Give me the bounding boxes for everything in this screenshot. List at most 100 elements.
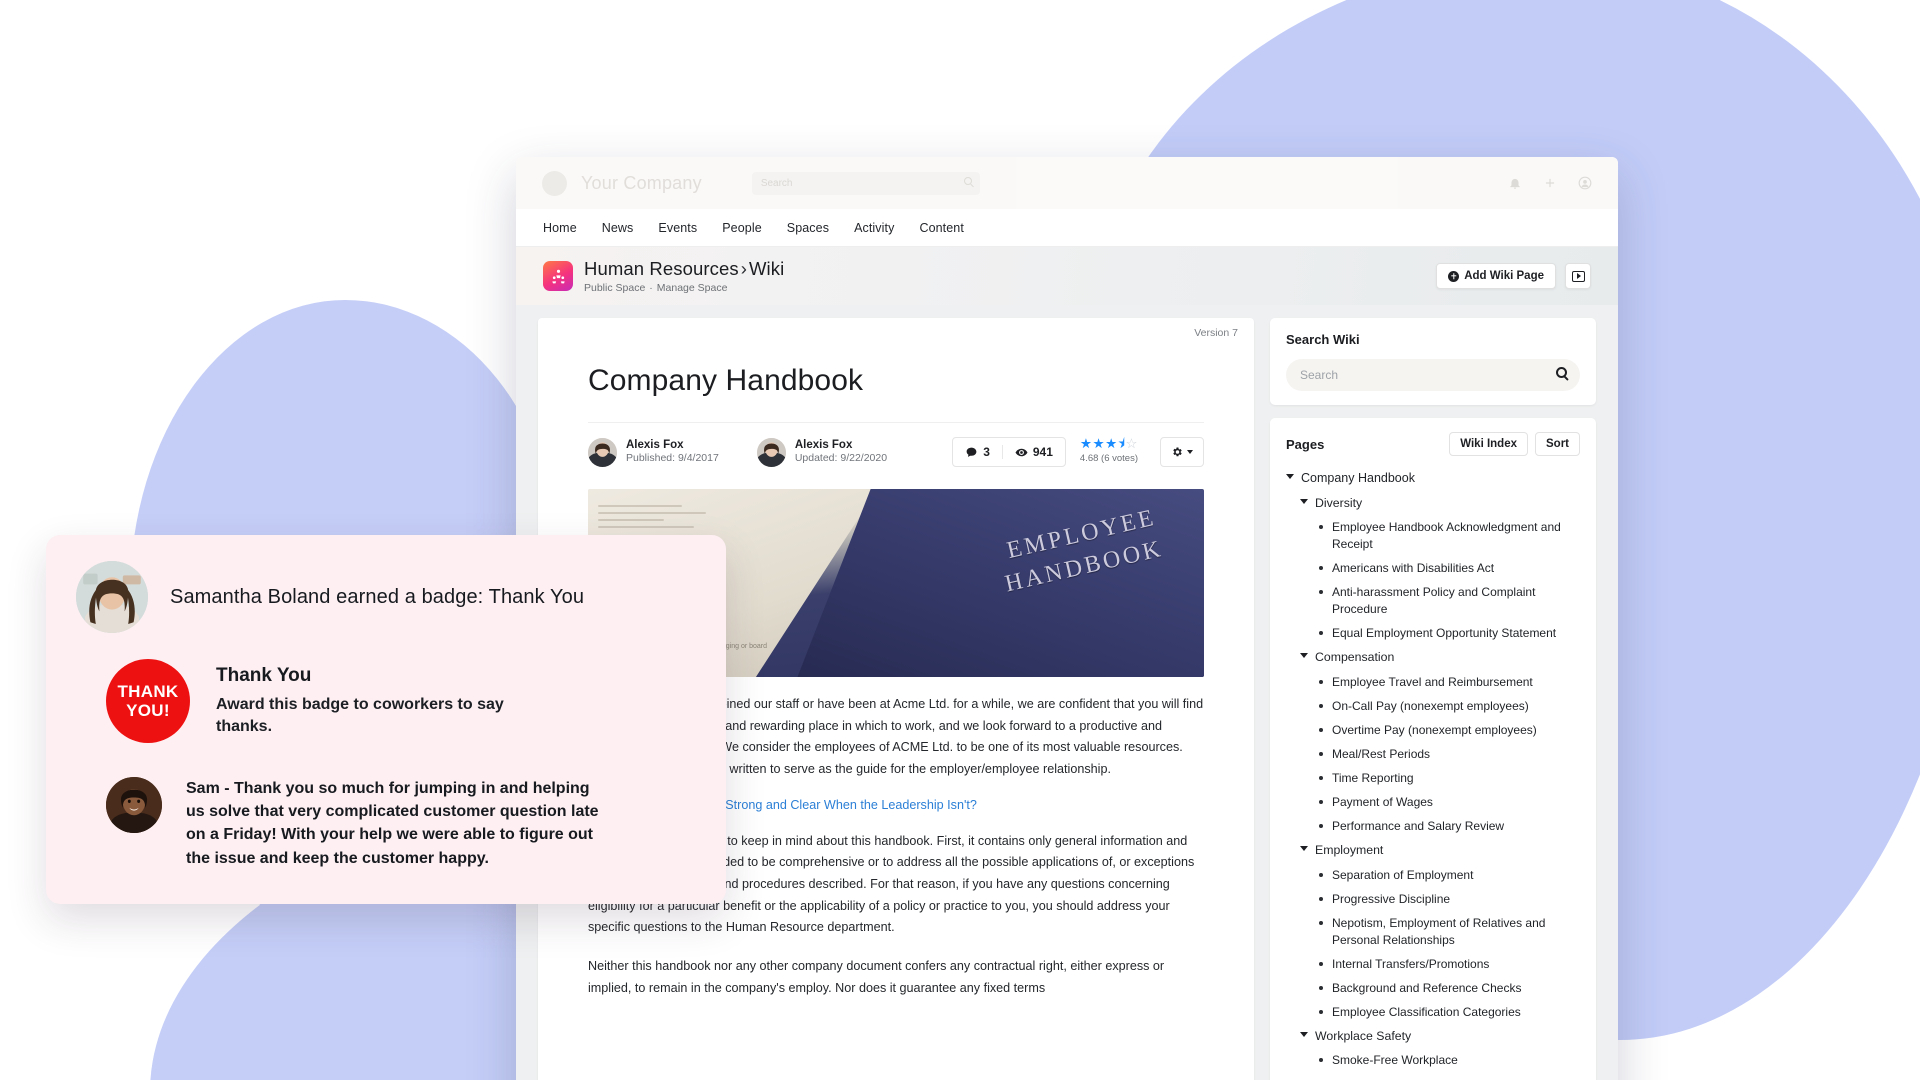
- list-item[interactable]: Equal Employment Opportunity Statement: [1316, 625, 1580, 642]
- hero-paper-lines: [598, 505, 718, 533]
- author-name[interactable]: Alexis Fox: [626, 438, 719, 452]
- list-item[interactable]: Performance and Salary Review: [1316, 818, 1580, 835]
- list-item[interactable]: Background and Reference Checks: [1316, 980, 1580, 997]
- space-title-primary: Human Resources: [584, 258, 739, 280]
- tree-leaf-label[interactable]: Anti-harassment Policy and Complaint Pro…: [1332, 584, 1580, 618]
- tree-leaf-label[interactable]: Overtime Pay (nonexempt employees): [1332, 722, 1537, 739]
- global-search-input[interactable]: Search: [751, 171, 980, 195]
- list-item[interactable]: Anti-harassment Policy and Complaint Pro…: [1316, 584, 1580, 618]
- badge-message-row: Sam - Thank you so much for jumping in a…: [106, 777, 696, 870]
- avatar: [756, 437, 786, 467]
- video-button[interactable]: [1565, 263, 1591, 289]
- tree-leaf-label[interactable]: Meal/Rest Periods: [1332, 746, 1430, 763]
- bullet-icon: [1319, 631, 1323, 636]
- tree-leaf-label[interactable]: Employee Travel and Reimbursement: [1332, 674, 1533, 691]
- bullet-icon: [1319, 800, 1323, 804]
- bullet-icon: [1319, 896, 1323, 901]
- tree-node-company-handbook[interactable]: Company Handbook: [1286, 470, 1580, 488]
- tree-node-label[interactable]: Employment: [1315, 842, 1383, 859]
- tree-leaf-label[interactable]: Background and Reference Checks: [1332, 980, 1521, 997]
- wiki-search-field[interactable]: [1286, 359, 1580, 391]
- tree-node-label[interactable]: Compensation: [1315, 649, 1394, 666]
- nav-item-spaces[interactable]: Spaces: [787, 221, 829, 235]
- chevron-down-icon[interactable]: [1300, 846, 1308, 852]
- tree-leaf-label[interactable]: Employee Classification Categories: [1332, 1004, 1521, 1021]
- global-search-placeholder: Search: [760, 177, 793, 189]
- badge-text-block: Thank You Award this badge to coworkers …: [216, 665, 516, 738]
- wiki-index-button[interactable]: Wiki Index: [1449, 432, 1528, 456]
- plus-icon[interactable]: [1543, 176, 1557, 190]
- article-settings-button[interactable]: [1160, 437, 1204, 467]
- tree-leaf-label[interactable]: On-Call Pay (nonexempt employees): [1332, 698, 1529, 715]
- add-wiki-page-button[interactable]: Add Wiki Page: [1436, 263, 1556, 289]
- list-item[interactable]: Overtime Pay (nonexempt employees): [1316, 722, 1580, 739]
- list-item[interactable]: Smoke-Free Workplace: [1316, 1052, 1580, 1069]
- tree-leaf-label[interactable]: Nepotism, Employment of Relatives and Pe…: [1332, 915, 1580, 949]
- manage-space-link[interactable]: Manage Space: [657, 282, 728, 294]
- tree-leaf-label[interactable]: Performance and Salary Review: [1332, 818, 1504, 835]
- search-input[interactable]: [1300, 368, 1566, 382]
- list-item[interactable]: Meal/Rest Periods: [1316, 746, 1580, 763]
- list-item[interactable]: Payment of Wages: [1316, 794, 1580, 811]
- tree-leaf-label[interactable]: Separation of Employment: [1332, 867, 1473, 884]
- author-published: Alexis Fox Published: 9/4/2017: [588, 437, 719, 467]
- tree-node-label[interactable]: Workplace Safety: [1315, 1028, 1411, 1045]
- list-item[interactable]: Employee Classification Categories: [1316, 1004, 1580, 1021]
- chevron-down-icon[interactable]: [1286, 474, 1294, 479]
- space-avatar-icon: [543, 261, 573, 291]
- tree-node-label[interactable]: Diversity: [1315, 495, 1362, 512]
- tree-node-workplace-safety[interactable]: Workplace Safety: [1300, 1028, 1580, 1045]
- add-wiki-page-label: Add Wiki Page: [1464, 270, 1544, 282]
- nav-item-events[interactable]: Events: [658, 221, 697, 235]
- pages-tree: Company Handbook Diversity Employee Hand…: [1286, 470, 1580, 1069]
- account-icon[interactable]: [1578, 176, 1592, 190]
- tree-leaf-label[interactable]: Employee Handbook Acknowledgment and Rec…: [1332, 519, 1580, 553]
- tree-leaf-label[interactable]: Internal Transfers/Promotions: [1332, 956, 1489, 973]
- list-item[interactable]: Employee Handbook Acknowledgment and Rec…: [1316, 519, 1580, 553]
- global-topbar: Your Company Search: [516, 157, 1618, 209]
- bullet-icon: [1319, 824, 1323, 829]
- list-item[interactable]: Internal Transfers/Promotions: [1316, 956, 1580, 973]
- avatar: [588, 437, 617, 467]
- tree-leaf-label[interactable]: Progressive Discipline: [1332, 891, 1450, 908]
- tree-node-compensation[interactable]: Compensation: [1300, 649, 1580, 666]
- search-icon[interactable]: [1556, 367, 1567, 378]
- author-name[interactable]: Alexis Fox: [795, 438, 887, 452]
- tree-leaf-label[interactable]: Smoke-Free Workplace: [1332, 1052, 1458, 1069]
- list-item[interactable]: Employee Travel and Reimbursement: [1316, 674, 1580, 691]
- chevron-down-icon[interactable]: [1300, 498, 1308, 504]
- nav-item-home[interactable]: Home: [543, 221, 577, 235]
- comment-icon: [966, 447, 977, 457]
- chevron-down-icon[interactable]: [1300, 1031, 1308, 1037]
- sort-button[interactable]: Sort: [1535, 432, 1580, 456]
- article-meta-row: Alexis Fox Published: 9/4/2017 Alexis Fo…: [588, 422, 1204, 467]
- list-item[interactable]: Americans with Disabilities Act: [1316, 560, 1580, 577]
- nav-item-activity[interactable]: Activity: [854, 221, 894, 235]
- nav-item-content[interactable]: Content: [919, 221, 963, 235]
- comment-count[interactable]: 3: [953, 445, 1002, 459]
- nav-item-news[interactable]: News: [602, 221, 634, 235]
- tree-node-label[interactable]: Company Handbook: [1301, 470, 1415, 488]
- author-updated: Alexis Fox Updated: 9/22/2020: [756, 437, 887, 467]
- chevron-down-icon[interactable]: [1300, 653, 1308, 659]
- bullet-icon: [1319, 525, 1323, 530]
- list-item[interactable]: Nepotism, Employment of Relatives and Pe…: [1316, 915, 1580, 949]
- avatar: [106, 777, 162, 833]
- bell-icon[interactable]: [1508, 176, 1522, 190]
- list-item[interactable]: On-Call Pay (nonexempt employees): [1316, 698, 1580, 715]
- rating-widget[interactable]: ★★★⯨☆ 4.68 (6 votes): [1066, 437, 1152, 467]
- list-item[interactable]: Time Reporting: [1316, 770, 1580, 787]
- rating-stars[interactable]: ★★★⯨☆: [1080, 437, 1138, 451]
- view-count-value: 941: [1032, 445, 1053, 459]
- list-item[interactable]: Progressive Discipline: [1316, 891, 1580, 908]
- pages-panel: Pages Wiki Index Sort Company Handbook D…: [1270, 418, 1596, 1080]
- tree-leaf-label[interactable]: Americans with Disabilities Act: [1332, 560, 1494, 577]
- nav-item-people[interactable]: People: [722, 221, 762, 235]
- tree-leaf-label[interactable]: Equal Employment Opportunity Statement: [1332, 625, 1556, 642]
- tree-leaf-label[interactable]: Time Reporting: [1332, 770, 1414, 787]
- tree-node-diversity[interactable]: Diversity: [1300, 495, 1580, 512]
- list-item[interactable]: Separation of Employment: [1316, 867, 1580, 884]
- tree-node-employment[interactable]: Employment: [1300, 842, 1580, 859]
- screenshot-stage: Your Company Search Home News Events Peo…: [0, 0, 1920, 1080]
- tree-leaf-label[interactable]: Payment of Wages: [1332, 794, 1433, 811]
